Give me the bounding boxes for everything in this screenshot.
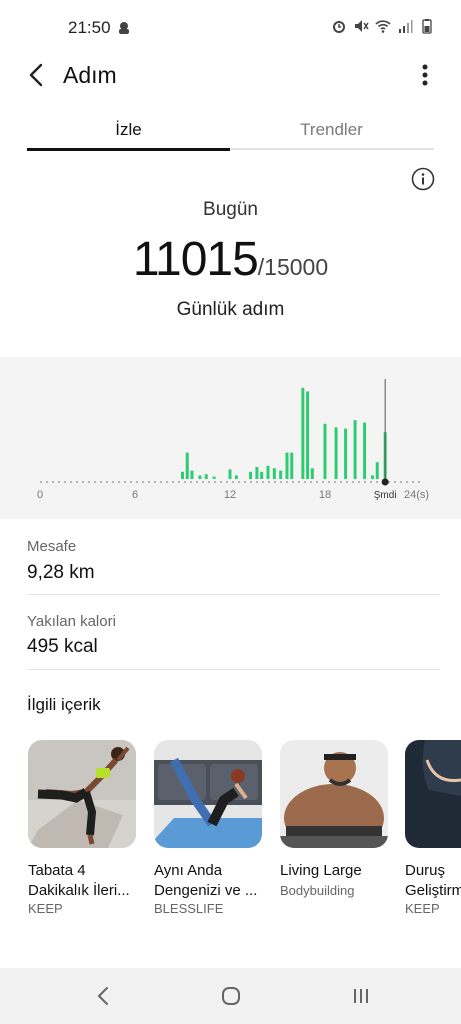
related-card-title[interactable]: Duruş Geliştirm bbox=[405, 861, 461, 901]
chart-bar bbox=[290, 452, 294, 479]
distance-label: Mesafe bbox=[27, 538, 77, 555]
chart-bar bbox=[260, 471, 264, 479]
chart-bar bbox=[279, 470, 283, 479]
fitness-woman-photo-icon bbox=[28, 740, 136, 848]
tab-watch[interactable]: İzle bbox=[27, 120, 230, 140]
steps-chart-area: 0 6 12 18 Şmdi 24(s) bbox=[0, 357, 461, 519]
tab-active-indicator bbox=[27, 148, 230, 151]
status-time: 21:50 bbox=[68, 18, 111, 37]
chart-tick-label: 24(s) bbox=[404, 489, 429, 501]
chart-bar bbox=[334, 427, 338, 479]
distance-value: 9,28 km bbox=[27, 562, 95, 583]
chart-bar bbox=[301, 387, 305, 479]
chart-tick-label: 18 bbox=[319, 489, 331, 501]
chart-ticks: 0 6 12 18 Şmdi 24(s) bbox=[37, 489, 429, 501]
system-nav-bar bbox=[0, 968, 461, 1024]
chart-bar bbox=[272, 468, 276, 479]
chart-tick-label: 6 bbox=[132, 489, 138, 501]
chart-tick-label: 12 bbox=[224, 489, 236, 501]
tab-trends[interactable]: Trendler bbox=[230, 120, 433, 140]
chart-bar bbox=[371, 475, 374, 479]
chart-bar bbox=[353, 420, 357, 479]
yoga-mat-photo-icon bbox=[154, 740, 262, 848]
chart-bar bbox=[228, 469, 232, 479]
status-bar: 21:50 bbox=[0, 0, 461, 56]
chart-bar bbox=[375, 462, 379, 479]
chart-bar bbox=[255, 467, 259, 479]
related-card-title[interactable]: Aynı Anda Dengenizi ve ... bbox=[154, 861, 272, 901]
related-card-source: BLESSLIFE bbox=[154, 901, 224, 916]
daily-steps-label: Günlük adım bbox=[176, 299, 285, 320]
bodybuilder-photo-icon bbox=[280, 740, 388, 848]
chart-bar bbox=[204, 474, 208, 479]
chart-bar bbox=[234, 475, 238, 479]
nav-back-icon[interactable] bbox=[92, 984, 114, 1008]
alarm-icon bbox=[333, 21, 345, 33]
related-card-image[interactable] bbox=[405, 740, 461, 848]
related-card-source: KEEP bbox=[405, 901, 440, 916]
info-icon[interactable] bbox=[411, 167, 435, 191]
chart-bars bbox=[181, 379, 389, 486]
wifi-icon bbox=[375, 20, 391, 33]
calories-label: Yakılan kalori bbox=[27, 613, 116, 630]
chart-bar bbox=[323, 423, 327, 479]
chart-bar bbox=[185, 452, 189, 479]
posture-photo-icon bbox=[405, 740, 461, 848]
related-card-title[interactable]: Living Large bbox=[280, 861, 398, 881]
calories-value: 495 kcal bbox=[27, 636, 98, 657]
chart-tick-label: 0 bbox=[37, 489, 43, 501]
chart-bar bbox=[363, 422, 367, 479]
chart-bar bbox=[198, 475, 202, 479]
steps-value: 11015 bbox=[132, 233, 259, 286]
nav-recents-icon[interactable] bbox=[349, 984, 373, 1008]
divider bbox=[27, 594, 440, 595]
chart-bar bbox=[190, 470, 194, 479]
chart-bar bbox=[249, 471, 253, 479]
chart-bar bbox=[310, 468, 314, 479]
chart-bar bbox=[181, 471, 184, 479]
related-card-image[interactable] bbox=[280, 740, 388, 848]
status-icons bbox=[331, 18, 435, 34]
battery-icon bbox=[422, 19, 432, 34]
hourly-steps-chart: 0 6 12 18 Şmdi 24(s) bbox=[37, 379, 429, 501]
steps-goal: /15000 bbox=[257, 254, 329, 280]
chart-bar bbox=[266, 465, 270, 479]
related-card-image[interactable] bbox=[154, 740, 262, 848]
related-section-title: İlgili içerik bbox=[27, 695, 101, 714]
today-label: Bugün bbox=[203, 199, 258, 220]
signal-icon bbox=[399, 20, 413, 33]
page-title: Adım bbox=[63, 62, 117, 88]
chart-bar bbox=[212, 476, 216, 479]
chart-bar bbox=[306, 391, 310, 479]
back-arrow-icon[interactable] bbox=[22, 60, 52, 90]
steps-count: 11015/15000 bbox=[0, 232, 461, 287]
related-card-title[interactable]: Tabata 4 Dakikalık İleri... bbox=[28, 861, 146, 901]
related-card-source: KEEP bbox=[28, 901, 63, 916]
chart-bar bbox=[285, 452, 289, 479]
notification-icon bbox=[119, 22, 129, 34]
related-card-source: Bodybuilding bbox=[280, 883, 355, 898]
divider bbox=[27, 669, 440, 670]
more-options-icon[interactable] bbox=[414, 60, 436, 90]
related-card-image[interactable] bbox=[28, 740, 136, 848]
nav-home-icon[interactable] bbox=[219, 984, 243, 1008]
now-marker-dot bbox=[381, 478, 389, 486]
mute-icon bbox=[355, 20, 369, 32]
chart-bar bbox=[344, 428, 348, 479]
chart-tick-label: Şmdi bbox=[374, 490, 397, 501]
